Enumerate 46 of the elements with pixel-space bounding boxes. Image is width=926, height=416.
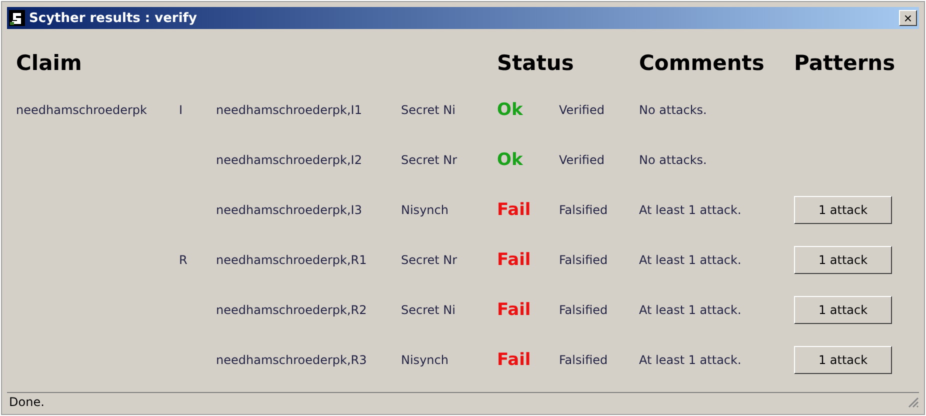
column-header: Comments	[639, 51, 766, 75]
status-bar-text: Done.	[9, 395, 44, 409]
role-name: I	[179, 103, 183, 117]
column-header: Claim	[16, 51, 83, 75]
claim-id: needhamschroederpk,R2	[216, 303, 367, 317]
role-name: R	[179, 253, 188, 267]
claim-id: needhamschroederpk,I2	[216, 153, 362, 167]
resize-grip-icon	[907, 396, 919, 408]
status-label: Fail	[497, 350, 531, 370]
status-label: Fail	[497, 200, 531, 220]
comment: At least 1 attack.	[639, 203, 742, 217]
column-header: Patterns	[794, 51, 896, 75]
verdict: Falsified	[559, 303, 608, 317]
verdict: Falsified	[559, 253, 608, 267]
status-label: Fail	[497, 250, 531, 270]
claim-type: Secret Ni	[401, 303, 456, 317]
verdict: Verified	[559, 103, 604, 117]
claim-type: Secret Ni	[401, 103, 456, 117]
claim-type: Secret Nr	[401, 153, 458, 167]
claim-id: needhamschroederpk,R3	[216, 353, 367, 367]
claim-type: Secret Nr	[401, 253, 458, 267]
attack-button[interactable]: 1 attack	[794, 246, 892, 274]
comment: At least 1 attack.	[639, 303, 742, 317]
claim-id: needhamschroederpk,I1	[216, 103, 362, 117]
attack-button[interactable]: 1 attack	[794, 196, 892, 224]
attack-button[interactable]: 1 attack	[794, 346, 892, 374]
status-label: Fail	[497, 300, 531, 320]
verdict: Falsified	[559, 203, 608, 217]
close-button[interactable]: ×	[899, 10, 917, 26]
comment: No attacks.	[639, 103, 707, 117]
app-logo-icon	[9, 10, 25, 26]
window-title: Scyther results : verify	[29, 10, 198, 26]
status-label: Ok	[497, 150, 523, 170]
claim-type: Nisynch	[401, 203, 448, 217]
status-label: Ok	[497, 100, 523, 120]
comment: No attacks.	[639, 153, 707, 167]
protocol-name: needhamschroederpk	[16, 103, 147, 117]
verdict: Falsified	[559, 353, 608, 367]
comment: At least 1 attack.	[639, 353, 742, 367]
claim-id: needhamschroederpk,I3	[216, 203, 362, 217]
claim-type: Nisynch	[401, 353, 448, 367]
claim-id: needhamschroederpk,R1	[216, 253, 367, 267]
comment: At least 1 attack.	[639, 253, 742, 267]
verdict: Verified	[559, 153, 604, 167]
column-header: Status	[497, 51, 575, 75]
attack-button[interactable]: 1 attack	[794, 296, 892, 324]
